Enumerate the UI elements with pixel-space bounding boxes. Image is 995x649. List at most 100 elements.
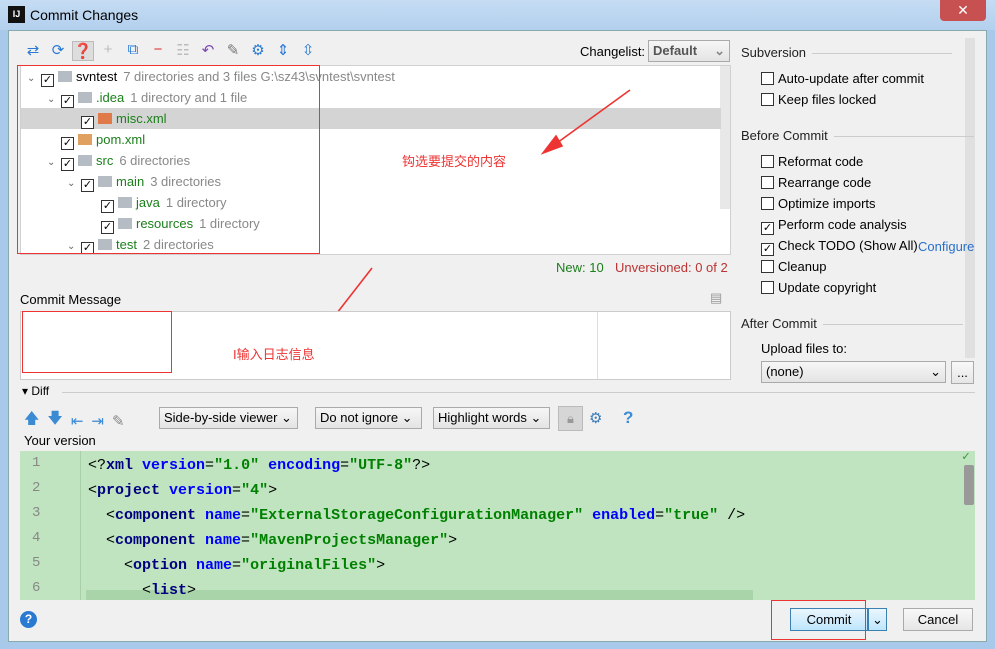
checkbox[interactable] [761, 197, 774, 210]
code-token: <? [88, 457, 107, 474]
option-label: Update copyright [778, 280, 877, 295]
checkbox[interactable] [761, 155, 774, 168]
code-token: = [241, 507, 251, 524]
message-history-icon[interactable]: ▤ [710, 290, 722, 306]
configure-link[interactable]: Configure [918, 239, 974, 254]
annotation-enter-log: I输入日志信息 [233, 347, 315, 362]
option-rearrange-code[interactable]: Rearrange code [761, 175, 871, 193]
option-label: Keep files locked [778, 92, 877, 107]
upload-select[interactable]: (none) ⌄ [761, 361, 946, 383]
viewer-value: Side-by-side viewer [164, 410, 278, 425]
option-cleanup[interactable]: Cleanup [761, 259, 826, 277]
code-token: > [268, 482, 278, 499]
option-keep-files-locked[interactable]: Keep files locked [761, 92, 876, 110]
code-token: "UTF-8" [349, 457, 413, 474]
code-token: < [88, 582, 152, 599]
option-label: Reformat code [778, 154, 864, 169]
ignore-select[interactable]: Do not ignore ⌄ [315, 407, 422, 429]
code-token: ?> [412, 457, 431, 474]
code-token: component [115, 507, 197, 524]
browse-button[interactable]: ... [951, 361, 974, 384]
line-number: 1 [32, 455, 41, 471]
checkbox[interactable] [761, 93, 774, 106]
next-diff-icon[interactable]: 🡇 [47, 408, 62, 433]
code-token: xml [106, 457, 134, 474]
diff-toggle[interactable]: ▾ Diff [22, 384, 49, 398]
checkbox[interactable]: ✓ [761, 222, 774, 235]
your-version-label: Your version [24, 433, 96, 448]
code-token: "MavenProjectsManager" [250, 532, 449, 549]
ignore-value: Do not ignore [320, 410, 399, 425]
gutter-divider [80, 451, 81, 600]
code-token: "true" [664, 507, 719, 524]
options-scrollbar[interactable] [965, 38, 975, 358]
upload-label: Upload files to: [761, 341, 847, 356]
line-number: 4 [32, 530, 41, 546]
code-line: <?xml version="1.0" encoding="UTF-8"?> [88, 453, 430, 478]
compare-next-icon[interactable]: ⇥ [91, 412, 104, 430]
viewer-select[interactable]: Side-by-side viewer ⌄ [159, 407, 298, 429]
option-label: Cleanup [778, 259, 827, 274]
previous-diff-icon[interactable]: 🡅 [24, 408, 39, 433]
code-token: < [88, 532, 116, 549]
diff-toolbar: 🡅 🡇 ⇤ ⇥ ✎ [24, 408, 125, 433]
code-token: > [376, 557, 386, 574]
unversioned-count[interactable]: Unversioned: 0 of 2 [615, 260, 728, 275]
cancel-button[interactable]: Cancel [903, 608, 973, 631]
option-update-copyright[interactable]: Update copyright [761, 280, 876, 298]
code-line: <component name="ExternalStorageConfigur… [88, 503, 745, 528]
checkbox[interactable] [761, 260, 774, 273]
code-token: "4" [241, 482, 269, 499]
code-token: < [88, 482, 98, 499]
code-line: <component name="MavenProjectsManager"> [88, 528, 457, 553]
checkbox[interactable]: ✓ [761, 243, 774, 256]
option-reformat-code[interactable]: Reformat code [761, 154, 863, 172]
option-label: Rearrange code [778, 175, 872, 190]
code-token: list [151, 582, 188, 599]
option-auto-update-after-commit[interactable]: Auto-update after commit [761, 71, 924, 89]
code-line: <option name="originalFiles"> [88, 553, 385, 578]
code-token: = [232, 482, 242, 499]
line-number: 3 [32, 505, 41, 521]
section-title: After Commit [741, 316, 963, 331]
lock-icon[interactable]: 🔒︎ [558, 406, 583, 431]
option-label: Optimize imports [778, 196, 876, 211]
line-number: 6 [32, 580, 41, 596]
section-title: Before Commit [741, 128, 973, 143]
commit-message-label: Commit Message [20, 292, 122, 307]
checkbox[interactable] [761, 281, 774, 294]
option-perform-code-analysis[interactable]: ✓ Perform code analysis [761, 217, 907, 235]
code-token: enabled [583, 507, 656, 524]
new-count: New: 10 [556, 260, 604, 275]
help-icon[interactable]: ? [623, 408, 633, 428]
settings-icon[interactable]: ⚙ [589, 409, 602, 427]
commit-options-dropdown[interactable]: ⌄ [868, 608, 887, 631]
code-token: < [88, 557, 134, 574]
code-token: version [133, 457, 206, 474]
code-token: name [196, 507, 242, 524]
editor-scrollbar-thumb[interactable] [964, 465, 974, 505]
code-token: project [97, 482, 161, 499]
checkbox[interactable] [761, 176, 774, 189]
code-token: "originalFiles" [241, 557, 377, 574]
code-token: = [655, 507, 665, 524]
diff-editor[interactable]: ✓ 1 <?xml version="1.0" encoding="UTF-8"?… [20, 451, 975, 600]
option-label: Perform code analysis [778, 217, 907, 232]
code-token: option [133, 557, 188, 574]
diff-title: Diff [31, 384, 50, 398]
option-check-todo-show-all-[interactable]: ✓ Check TODO (Show All) [761, 238, 918, 256]
help-button[interactable]: ? [20, 611, 37, 628]
code-token: > [448, 532, 458, 549]
compare-previous-icon[interactable]: ⇤ [71, 412, 84, 430]
code-token: = [205, 457, 215, 474]
highlight-select[interactable]: Highlight words ⌄ [433, 407, 550, 429]
annotation-box-commit [771, 600, 866, 640]
code-token: > [187, 582, 197, 599]
right-margin-line [597, 312, 598, 379]
option-optimize-imports[interactable]: Optimize imports [761, 196, 876, 214]
code-line: <list> [88, 578, 196, 600]
code-token: version [160, 482, 233, 499]
edit-source-icon[interactable]: ✎ [112, 412, 125, 430]
option-label: Auto-update after commit [778, 71, 924, 86]
checkbox[interactable] [761, 72, 774, 85]
